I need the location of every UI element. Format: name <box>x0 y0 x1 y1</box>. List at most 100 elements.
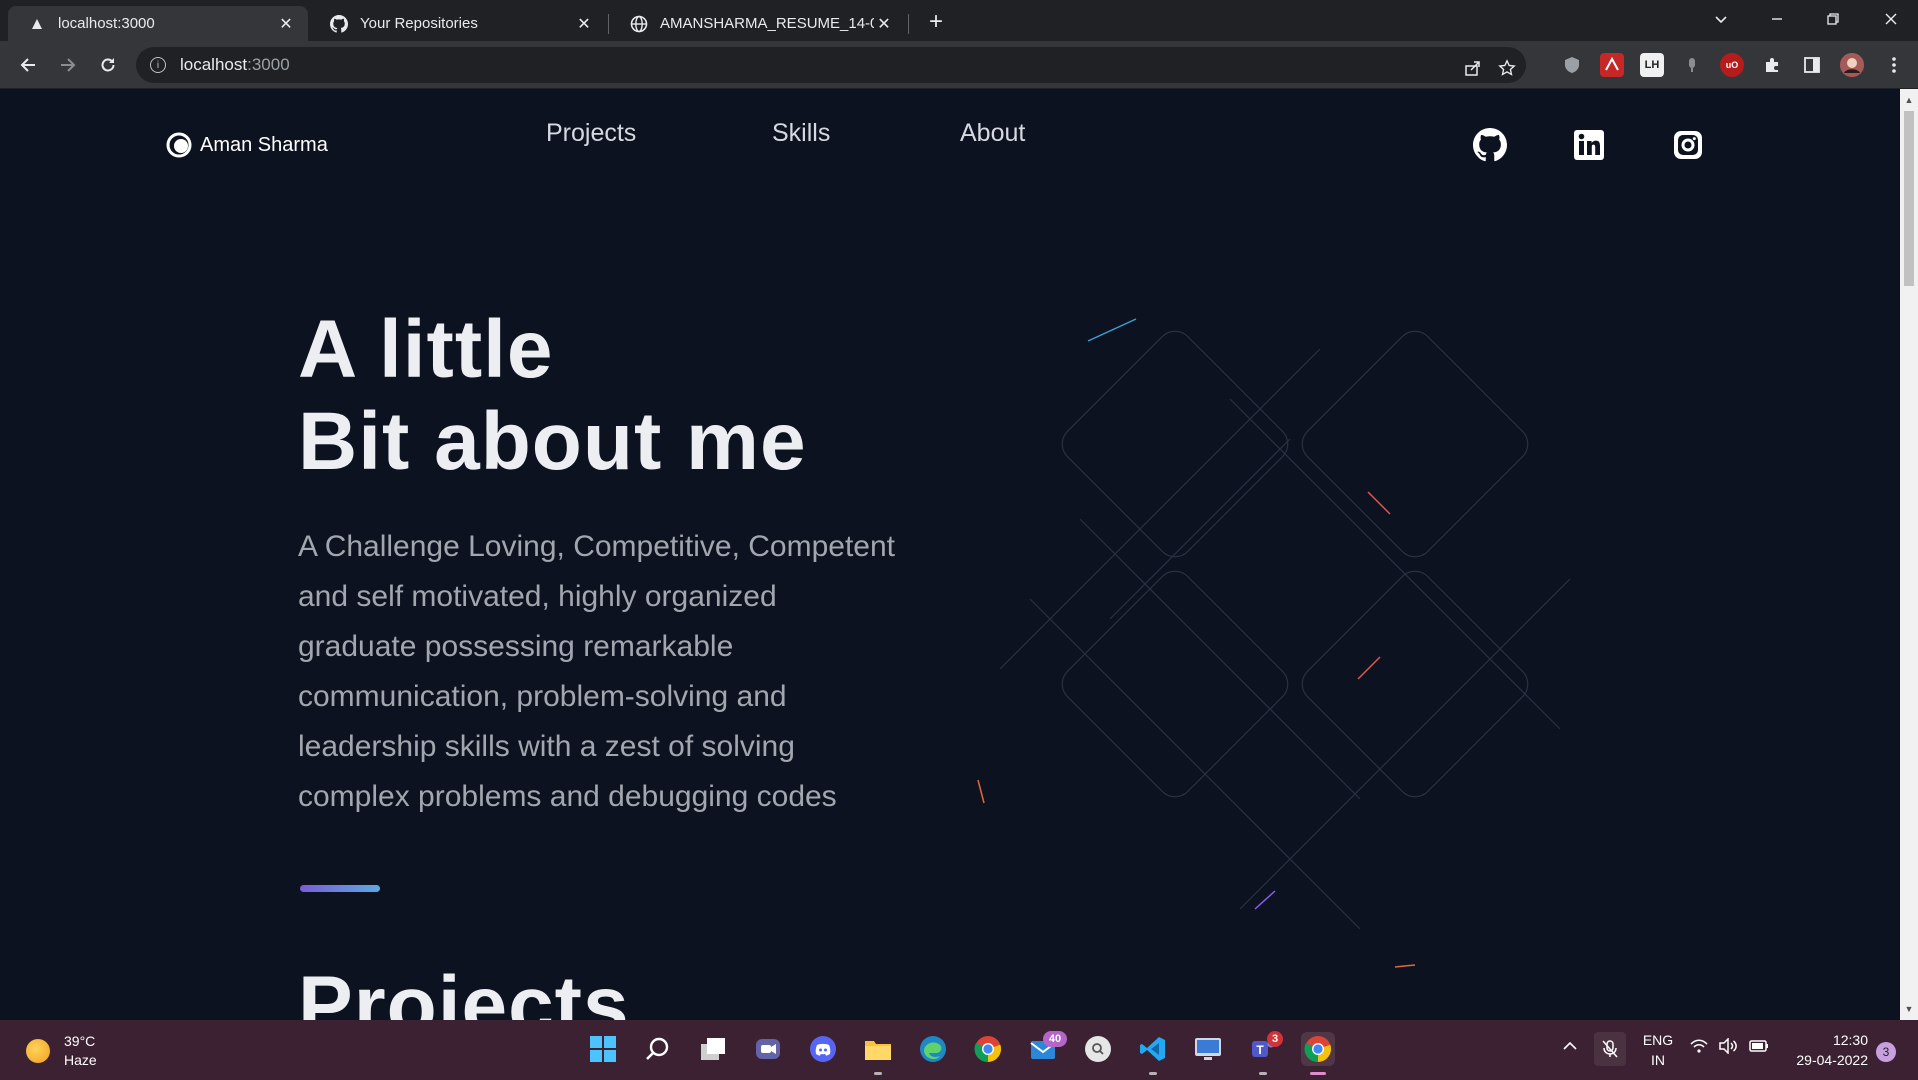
hero-title: A little Bit about me <box>298 304 807 488</box>
tab-label: AMANSHARMA_RESUME_14-04- <box>660 15 874 32</box>
accent-bar <box>300 885 380 892</box>
description-line: and self motivated, highly organized <box>298 580 777 613</box>
scroll-down-arrow[interactable]: ▼ <box>1904 1004 1914 1014</box>
pdf-extension-icon[interactable] <box>1600 53 1624 77</box>
hero-title-line: Bit about me <box>298 396 807 487</box>
nav-projects[interactable]: Projects <box>546 119 636 148</box>
battery-icon[interactable] <box>1748 1038 1770 1058</box>
description-line: complex problems and debugging codes <box>298 780 837 813</box>
windows-taskbar: 39°C Haze 40 T 3 ENG IN 12:30 29-04-2022… <box>0 1020 1918 1080</box>
github-icon[interactable] <box>1472 127 1508 163</box>
brand-mark-icon <box>166 132 192 158</box>
back-button[interactable] <box>12 49 44 81</box>
weather-temp: 39°C <box>64 1033 96 1049</box>
chrome-menu-icon[interactable] <box>1882 53 1906 77</box>
projects-section-title: Projects <box>298 960 630 1020</box>
description-line: A Challenge Loving, Competitive, Compete… <box>298 530 896 563</box>
svg-text:T: T <box>1256 1043 1264 1057</box>
linkedin-icon[interactable] <box>1571 127 1607 163</box>
description-line: graduate possessing remarkable <box>298 630 734 663</box>
task-view-icon[interactable] <box>696 1032 730 1066</box>
chevron-up-icon[interactable] <box>1562 1038 1578 1058</box>
github-icon <box>330 14 348 33</box>
notification-count-badge[interactable]: 3 <box>1876 1042 1896 1062</box>
brand-logo[interactable]: Aman Sharma <box>166 132 328 158</box>
site-info-icon[interactable]: i <box>150 57 166 73</box>
teams-chat-icon[interactable] <box>751 1032 785 1066</box>
tab-localhost[interactable]: localhost:3000 ✕ <box>8 6 308 41</box>
tab-separator <box>608 14 609 34</box>
tab-your-repositories[interactable]: Your Repositories ✕ <box>310 6 606 41</box>
description-line: communication, problem-solving and <box>298 680 787 713</box>
minimize-button[interactable] <box>1754 0 1800 38</box>
language-code: ENG <box>1642 1032 1674 1048</box>
windows-start-icon[interactable] <box>586 1032 620 1066</box>
hero-title-line: A little <box>298 304 554 395</box>
nav-about[interactable]: About <box>960 119 1025 148</box>
close-tab-icon[interactable]: ✕ <box>574 14 594 34</box>
close-tab-icon[interactable]: ✕ <box>874 14 894 34</box>
decorative-diamond-lattice <box>977 318 1571 968</box>
share-icon[interactable] <box>1458 53 1488 83</box>
active-indicator <box>1310 1072 1326 1075</box>
mic-extension-icon[interactable] <box>1680 53 1704 77</box>
instagram-icon[interactable] <box>1670 127 1706 163</box>
weather-widget[interactable]: 39°C Haze <box>26 1032 97 1070</box>
brand-name: Aman Sharma <box>200 133 328 156</box>
url-text: localhost:3000 <box>180 55 290 74</box>
sun-icon <box>26 1039 50 1063</box>
browser-toolbar: i localhost:3000 <box>0 41 1918 89</box>
page-scrollbar[interactable]: ▲ ▼ <box>1900 89 1918 1020</box>
edge-icon[interactable] <box>916 1032 950 1066</box>
bookmark-star-icon[interactable] <box>1492 53 1522 83</box>
address-bar[interactable]: i localhost:3000 <box>136 47 1526 83</box>
clock-date: 29-04-2022 <box>1796 1052 1868 1068</box>
tab-label: localhost:3000 <box>58 15 155 32</box>
discord-icon[interactable] <box>806 1032 840 1066</box>
file-explorer-icon[interactable] <box>861 1032 895 1066</box>
hero-description: A Challenge Loving, Competitive, Compete… <box>298 522 958 822</box>
vscode-icon[interactable] <box>1136 1032 1170 1066</box>
restore-button[interactable] <box>1810 0 1856 38</box>
mail-badge: 40 <box>1043 1031 1067 1047</box>
tab-resume[interactable]: AMANSHARMA_RESUME_14-04- ✕ <box>610 6 906 41</box>
mic-muted-icon[interactable] <box>1594 1032 1626 1066</box>
forward-button[interactable] <box>52 49 84 81</box>
volume-icon[interactable] <box>1718 1037 1738 1058</box>
search-app-icon[interactable] <box>1081 1032 1115 1066</box>
profile-avatar[interactable] <box>1840 53 1864 77</box>
tab-separator <box>908 14 909 34</box>
ublock-extension-icon[interactable]: uO <box>1720 53 1744 77</box>
scroll-up-arrow[interactable]: ▲ <box>1904 95 1914 105</box>
close-window-button[interactable] <box>1868 0 1914 38</box>
reload-button[interactable] <box>92 49 124 81</box>
scroll-thumb[interactable] <box>1904 111 1914 286</box>
system-clock[interactable]: 12:30 29-04-2022 <box>1780 1030 1868 1070</box>
running-indicator <box>1149 1072 1157 1075</box>
nav-skills[interactable]: Skills <box>772 119 830 148</box>
wifi-icon[interactable] <box>1690 1038 1708 1058</box>
search-icon[interactable] <box>641 1032 675 1066</box>
chrome-active-icon[interactable] <box>1301 1032 1335 1066</box>
web-page: Aman Sharma Projects Skills About A litt… <box>0 89 1900 1020</box>
clock-time: 12:30 <box>1832 1032 1868 1048</box>
globe-icon <box>630 15 648 33</box>
tab-search-icon[interactable] <box>1698 0 1744 38</box>
side-panel-icon[interactable] <box>1800 53 1824 77</box>
running-indicator <box>874 1072 882 1075</box>
running-indicator <box>1259 1072 1267 1075</box>
description-line: leadership skills with a zest of solving <box>298 730 795 763</box>
browser-tab-bar: localhost:3000 ✕ Your Repositories ✕ AMA… <box>0 0 1918 41</box>
remote-desktop-icon[interactable] <box>1191 1032 1225 1066</box>
tab-label: Your Repositories <box>360 15 478 32</box>
new-tab-button[interactable]: + <box>922 8 950 36</box>
lighthouse-extension-icon[interactable]: LH <box>1640 53 1664 77</box>
vercel-triangle-icon <box>28 15 46 33</box>
close-tab-icon[interactable]: ✕ <box>276 14 296 34</box>
extensions-puzzle-icon[interactable] <box>1760 53 1784 77</box>
teams-badge: 3 <box>1267 1031 1283 1047</box>
shield-extension-icon[interactable] <box>1560 53 1584 77</box>
weather-desc: Haze <box>64 1052 97 1068</box>
chrome-icon[interactable] <box>971 1032 1005 1066</box>
input-language[interactable]: ENG IN <box>1640 1030 1676 1070</box>
